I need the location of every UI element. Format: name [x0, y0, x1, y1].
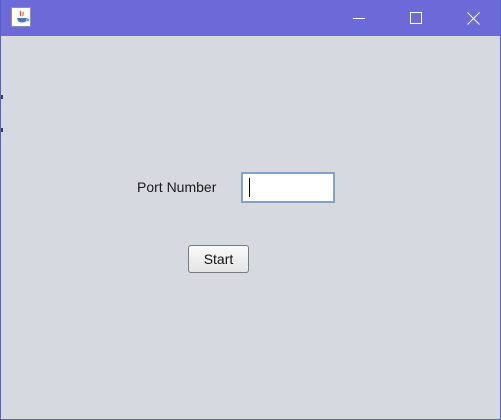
java-app-icon[interactable]	[11, 7, 31, 27]
port-number-input[interactable]	[241, 172, 335, 203]
port-number-label: Port Number	[137, 179, 217, 195]
close-icon	[466, 11, 480, 25]
text-caret	[249, 178, 250, 197]
app-window: Port Number Start	[0, 0, 501, 420]
minimize-button[interactable]	[336, 0, 382, 36]
content-panel: Port Number Start	[1, 36, 500, 419]
start-button[interactable]: Start	[188, 245, 249, 273]
title-bar[interactable]	[1, 0, 500, 36]
maximize-icon	[410, 12, 422, 24]
close-button[interactable]	[450, 0, 496, 36]
minimize-icon	[353, 12, 365, 24]
maximize-button[interactable]	[393, 0, 439, 36]
